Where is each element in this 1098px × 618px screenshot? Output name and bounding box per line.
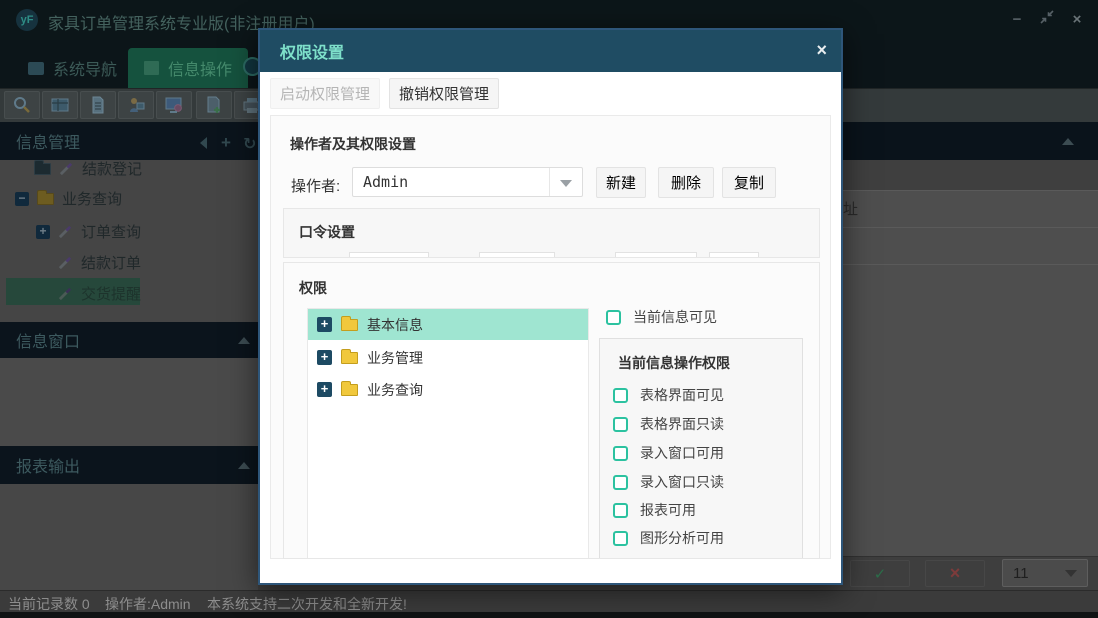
new-document-icon[interactable] xyxy=(196,91,232,119)
password-input[interactable] xyxy=(349,252,429,257)
operator-label: 操作者: xyxy=(291,178,341,195)
checkbox-icon[interactable] xyxy=(613,530,628,546)
dialog-close-icon[interactable]: × xyxy=(816,40,827,60)
checkbox-entry-window-readonly[interactable]: 录入窗口只读 xyxy=(613,472,724,492)
password-section-title: 口令设置 xyxy=(299,224,355,240)
checkbox-icon[interactable] xyxy=(613,445,628,461)
add-icon[interactable]: + xyxy=(221,134,231,151)
checkbox-icon[interactable] xyxy=(613,416,628,432)
report-output-panel xyxy=(0,484,258,590)
confirm-check-button[interactable]: ✓ xyxy=(850,560,910,587)
tree-item-biz-query-group[interactable]: − 业务查询 xyxy=(15,188,122,209)
collapse-up-icon[interactable] xyxy=(1062,138,1074,145)
dialog-header: 权限设置 × xyxy=(260,30,841,72)
checkbox-icon[interactable] xyxy=(613,387,628,403)
password-settings-panel: 口令设置 xyxy=(283,208,820,258)
app-window: yF 家具订单管理系统专业版(非注册用户) − × 系统导航 信息操作 信息管理 xyxy=(0,0,1098,618)
expand-plus-icon[interactable]: + xyxy=(36,224,50,239)
address-field-label: 址 xyxy=(843,201,859,218)
revoke-permission-button[interactable]: 撤销权限管理 xyxy=(389,78,499,109)
folder-icon xyxy=(34,159,51,175)
perm-box-title: 当前信息操作权限 xyxy=(618,355,730,371)
collapse-up-icon[interactable] xyxy=(238,337,250,344)
perm-tree-item-biz-mgmt[interactable]: + 业务管理 xyxy=(308,342,588,373)
section-title: 操作者及其权限设置 xyxy=(290,136,416,152)
tree-item-order-query[interactable]: + 订单查询 xyxy=(36,221,141,242)
window-bottom-edge xyxy=(0,612,1098,618)
wand-icon xyxy=(58,256,72,270)
collapse-up-icon[interactable] xyxy=(238,462,250,469)
checkbox-report-enabled[interactable]: 报表可用 xyxy=(613,500,696,520)
wand-icon xyxy=(58,287,72,301)
chevron-down-icon xyxy=(560,180,572,187)
operator-permission-section: 操作者及其权限设置 操作者: Admin 新建 删除 复制 口令设置 权限 + … xyxy=(270,115,831,559)
wand-icon xyxy=(59,162,73,176)
tab-info-operations[interactable]: 信息操作 xyxy=(128,48,249,88)
table-icon[interactable] xyxy=(42,91,78,119)
folder-icon xyxy=(341,315,358,331)
collapse-left-icon[interactable] xyxy=(200,137,207,149)
restore-icon[interactable] xyxy=(1036,10,1058,26)
permission-tree: + 基本信息 + 业务管理 + 业务查询 xyxy=(307,308,589,558)
checkbox-icon[interactable] xyxy=(613,474,628,490)
tab-system-nav[interactable]: 系统导航 xyxy=(18,48,127,88)
operator-select-value: Admin xyxy=(363,173,409,191)
current-info-permissions-box: 当前信息操作权限 表格界面可见 表格界面只读 录入窗口可用 录入窗口只读 报表可… xyxy=(599,338,803,558)
expand-plus-icon[interactable]: + xyxy=(317,317,332,332)
search-icon[interactable] xyxy=(4,91,40,119)
checkbox-table-readonly[interactable]: 表格界面只读 xyxy=(613,414,724,434)
new-operator-button[interactable]: 新建 xyxy=(596,167,646,198)
close-window-button[interactable]: × xyxy=(1066,12,1088,28)
document-icon[interactable] xyxy=(80,91,116,119)
password-input-3[interactable] xyxy=(615,252,697,257)
permission-section-title: 权限 xyxy=(299,280,327,296)
chevron-down-icon xyxy=(1065,569,1077,577)
app-logo-icon: yF xyxy=(16,9,38,31)
panel-header-info-mgmt[interactable]: 信息管理 xyxy=(0,122,258,160)
permission-settings-dialog: 权限设置 × 启动权限管理 撤销权限管理 操作者及其权限设置 操作者: Admi… xyxy=(258,28,843,585)
status-record-count: 当前记录数 0 xyxy=(8,596,90,612)
tree-item-delivery-remind[interactable]: 交货提醒 xyxy=(58,283,141,304)
folder-icon xyxy=(341,348,358,364)
minimize-button[interactable]: − xyxy=(1006,12,1028,28)
perm-tree-item-basic-info[interactable]: + 基本信息 xyxy=(308,309,588,340)
monitor-icon[interactable] xyxy=(156,91,192,119)
enable-permission-button[interactable]: 启动权限管理 xyxy=(270,78,380,109)
checkbox-icon[interactable] xyxy=(606,309,621,325)
delete-operator-button[interactable]: 删除 xyxy=(658,167,714,198)
status-bar: 当前记录数 0 操作者:Admin 本系统支持二次开发和全新开发! xyxy=(0,590,1098,612)
tree-item-settle-order[interactable]: 结款订单 xyxy=(58,252,141,273)
expand-plus-icon[interactable]: + xyxy=(317,350,332,365)
cancel-x-button[interactable]: × xyxy=(925,560,985,587)
grid-icon xyxy=(144,61,159,75)
folder-icon xyxy=(341,380,358,396)
expand-plus-icon[interactable]: + xyxy=(317,382,332,397)
password-confirm-input[interactable] xyxy=(479,252,555,257)
square-icon xyxy=(28,61,44,75)
checkbox-current-info-visible[interactable]: 当前信息可见 xyxy=(606,307,717,327)
copy-operator-button[interactable]: 复制 xyxy=(722,167,776,198)
info-window-panel xyxy=(0,358,258,446)
collapse-minus-icon[interactable]: − xyxy=(15,191,29,206)
perm-tree-item-biz-query[interactable]: + 业务查询 xyxy=(308,374,588,405)
folder-icon xyxy=(37,189,54,205)
checkbox-entry-window-enabled[interactable]: 录入窗口可用 xyxy=(613,443,724,463)
dialog-title: 权限设置 xyxy=(280,45,345,62)
checkbox-table-visible[interactable]: 表格界面可见 xyxy=(613,385,724,405)
checkbox-graph-analysis-enabled[interactable]: 图形分析可用 xyxy=(613,528,724,548)
permissions-panel: 权限 + 基本信息 + 业务管理 + 业务查询 当前信息可见 当前信息操作权限 … xyxy=(283,262,820,559)
refresh-icon[interactable]: ↻ xyxy=(243,134,256,154)
page-size-select[interactable]: 11 xyxy=(1002,559,1088,587)
panel-header-report-output[interactable]: 报表输出 xyxy=(0,446,258,484)
checkbox-icon[interactable] xyxy=(613,502,628,518)
tree-item-settle-register[interactable]: 结款登记 xyxy=(34,158,142,179)
user-icon[interactable] xyxy=(118,91,154,119)
password-apply-button[interactable] xyxy=(709,252,759,257)
status-operator: 操作者:Admin xyxy=(105,596,191,612)
status-note: 本系统支持二次开发和全新开发! xyxy=(207,596,407,612)
panel-header-info-window[interactable]: 信息窗口 xyxy=(0,322,258,358)
operator-select[interactable]: Admin xyxy=(352,167,583,197)
wand-icon xyxy=(58,225,72,239)
